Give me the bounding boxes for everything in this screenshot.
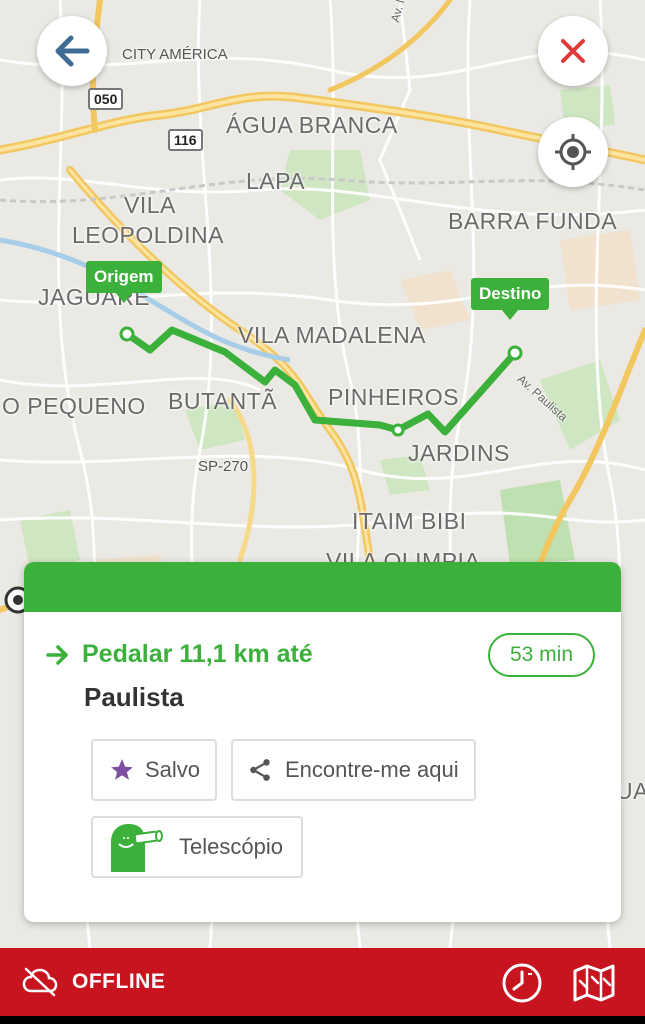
map-label-butanta: BUTANTÃ bbox=[168, 388, 278, 414]
map-label-o-pequeno: O PEQUENO bbox=[2, 393, 146, 419]
route-card: Pedalar 11,1 km até Paulista 53 min Salv… bbox=[24, 562, 621, 922]
road-shield-050: 050 bbox=[88, 88, 124, 110]
telescope-icon bbox=[111, 824, 163, 872]
telescope-button[interactable]: Telescópio bbox=[91, 816, 303, 878]
road-shield-116: 116 bbox=[168, 129, 203, 151]
arrow-right-icon bbox=[46, 644, 68, 665]
history-button[interactable] bbox=[500, 961, 544, 1005]
origin-dot bbox=[119, 326, 135, 342]
route-card-header bbox=[24, 562, 621, 612]
destination-dot bbox=[507, 345, 523, 361]
close-icon bbox=[561, 39, 585, 63]
clock-icon bbox=[502, 963, 542, 1003]
duration-badge: 53 min bbox=[487, 633, 595, 677]
map-label-vila-madalena: VILA MADALENA bbox=[238, 322, 427, 348]
offline-status: OFFLINE bbox=[72, 970, 166, 993]
map-label-city-america: CITY AMÉRICA bbox=[122, 46, 228, 63]
map-label-barra-funda: BARRA FUNDA bbox=[448, 208, 618, 234]
system-nav-strip bbox=[0, 1016, 645, 1024]
map-label-itaim-bibi: ITAIM BIBI bbox=[352, 508, 467, 534]
saved-button[interactable]: Salvo bbox=[91, 739, 217, 801]
cloud-off-icon bbox=[22, 967, 58, 997]
share-icon bbox=[250, 759, 270, 781]
origin-pin-label[interactable]: Origem bbox=[86, 261, 162, 303]
map-label-vila: VILA bbox=[124, 192, 176, 218]
map-label-jardins: JARDINS bbox=[408, 440, 510, 466]
crosshair-icon bbox=[555, 134, 591, 170]
route-title-row: Pedalar 11,1 km até bbox=[46, 640, 313, 669]
waypoint-dot bbox=[391, 423, 405, 437]
locate-button[interactable] bbox=[538, 117, 608, 187]
meet-me-button[interactable]: Encontre-me aqui bbox=[231, 739, 476, 801]
saved-button-label: Salvo bbox=[145, 757, 201, 782]
map-label-leopoldina: LEOPOLDINA bbox=[72, 222, 224, 248]
destination-pin-label[interactable]: Destino bbox=[471, 278, 550, 320]
star-icon bbox=[111, 759, 133, 780]
map-label-pinheiros: PINHEIROS bbox=[328, 384, 460, 410]
back-button[interactable] bbox=[37, 16, 107, 86]
map-label-lapa: LAPA bbox=[246, 168, 306, 194]
route-title: Pedalar 11,1 km até bbox=[82, 640, 313, 668]
telescope-button-label: Telescópio bbox=[179, 834, 283, 859]
arrow-left-icon bbox=[55, 35, 90, 67]
route-destination: Paulista bbox=[84, 682, 184, 712]
offline-bar: OFFLINE bbox=[0, 948, 645, 1016]
close-button[interactable] bbox=[538, 16, 608, 86]
map-button[interactable] bbox=[570, 961, 618, 1005]
folded-map-icon bbox=[573, 964, 615, 1002]
meet-me-button-label: Encontre-me aqui bbox=[285, 757, 459, 782]
map-label-agua-branca: ÁGUA BRANCA bbox=[226, 112, 398, 138]
map-label-sp270: SP-270 bbox=[198, 458, 249, 475]
